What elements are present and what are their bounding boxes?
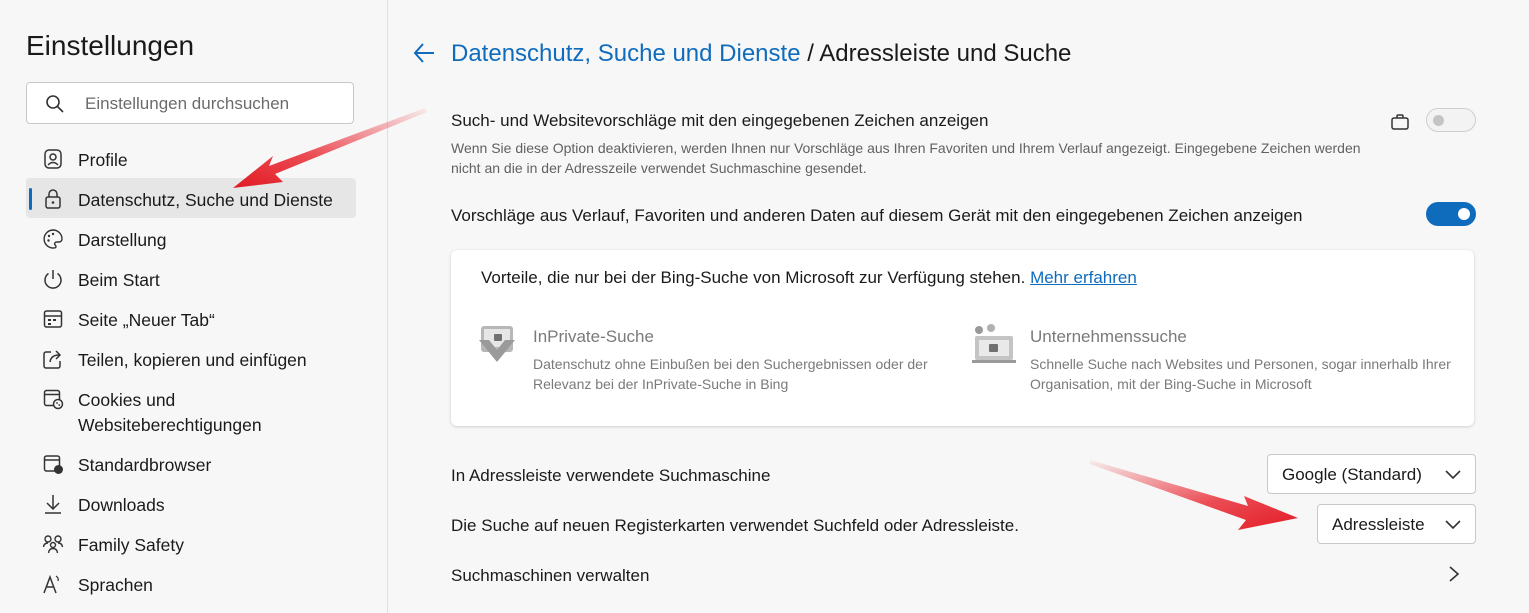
sidebar-item-new-tab[interactable]: Seite „Neuer Tab“ — [26, 298, 356, 338]
bing-benefits-card: Vorteile, die nur bei der Bing-Suche von… — [451, 250, 1474, 426]
share-icon — [43, 350, 62, 369]
newtab-search-dropdown[interactable]: Adressleiste — [1317, 504, 1476, 544]
history-setting-title: Vorschläge aus Verlauf, Favoriten und an… — [451, 206, 1303, 225]
feature-title: InPrivate-Suche — [533, 327, 654, 346]
language-icon — [43, 574, 59, 594]
sidebar-item-label: Darstellung — [78, 230, 167, 250]
sidebar-item-languages[interactable]: Sprachen — [26, 563, 356, 603]
sidebar-item-label: Cookies und — [78, 390, 176, 410]
sidebar-item-label: Seite „Neuer Tab“ — [78, 310, 215, 330]
briefcase-icon — [1391, 114, 1409, 130]
newtab-search-label: Die Suche auf neuen Registerkarten verwe… — [451, 516, 1019, 535]
feature-desc: Datenschutz ohne Einbußen bei den Sucher… — [533, 356, 928, 392]
sidebar-item-share[interactable]: Teilen, kopieren und einfügen — [26, 338, 356, 378]
inprivate-search-icon — [479, 326, 515, 362]
sidebar-item-default-browser[interactable]: Standardbrowser — [26, 443, 356, 483]
download-icon — [45, 495, 61, 514]
settings-search-box[interactable] — [26, 82, 354, 124]
settings-sidebar: Einstellungen Profile Datenschutz, Suche… — [0, 0, 388, 613]
sidebar-item-label: Teilen, kopieren und einfügen — [78, 350, 307, 370]
sidebar-item-label: Datenschutz, Suche und Dienste — [78, 190, 333, 210]
sidebar-item-label: Beim Start — [78, 270, 160, 290]
active-indicator — [29, 188, 32, 210]
card-heading: Vorteile, die nur bei der Bing-Suche von… — [481, 268, 1137, 288]
manage-search-engines-label[interactable]: Suchmaschinen verwalten — [451, 566, 649, 586]
lock-icon — [45, 189, 61, 209]
power-icon — [44, 270, 62, 289]
chevron-down-icon — [1445, 470, 1461, 480]
search-icon — [46, 95, 64, 113]
dropdown-value: Google (Standard) — [1282, 465, 1422, 484]
history-toggle[interactable] — [1426, 202, 1476, 226]
settings-main: Datenschutz, Suche und Dienste / Adressl… — [388, 0, 1529, 613]
search-engine-label: In Adressleiste verwendete Suchmaschine — [451, 466, 771, 485]
learn-more-link[interactable]: Mehr erfahren — [1030, 268, 1137, 287]
toggle-knob — [1433, 115, 1444, 126]
breadcrumb-separator: / — [807, 40, 814, 67]
sidebar-title: Einstellungen — [26, 30, 195, 61]
family-icon — [42, 535, 64, 554]
sidebar-item-label: Profile — [78, 150, 128, 170]
feature-title: Unternehmenssuche — [1030, 327, 1187, 346]
breadcrumb: Datenschutz, Suche und Dienste / Adressl… — [451, 38, 1071, 70]
breadcrumb-link[interactable]: Datenschutz, Suche und Dienste — [451, 40, 801, 67]
sidebar-item-downloads[interactable]: Downloads — [26, 483, 356, 523]
sidebar-item-appearance[interactable]: Darstellung — [26, 218, 356, 258]
sidebar-item-label-line2: Websiteberechtigungen — [78, 415, 262, 435]
dropdown-value: Adressleiste — [1332, 515, 1425, 534]
card-heading-text: Vorteile, die nur bei der Bing-Suche von… — [481, 268, 1026, 287]
search-engine-dropdown[interactable]: Google (Standard) — [1267, 454, 1476, 494]
suggest-setting-title: Such- und Websitevorschläge mit den eing… — [451, 111, 989, 130]
sidebar-item-privacy[interactable]: Datenschutz, Suche und Dienste — [26, 178, 356, 218]
sidebar-item-label: Sprachen — [78, 575, 153, 595]
sidebar-item-profile[interactable]: Profile — [26, 138, 356, 178]
palette-icon — [43, 229, 63, 249]
profile-icon — [44, 149, 62, 169]
sidebar-item-label: Family Safety — [78, 535, 184, 555]
cookies-icon — [43, 389, 64, 410]
enterprise-search-icon — [972, 324, 1016, 363]
browser-icon — [43, 455, 63, 474]
new-tab-icon — [43, 310, 63, 328]
feature-desc: Schnelle Suche nach Websites und Persone… — [1030, 356, 1451, 392]
sidebar-item-label: Standardbrowser — [78, 455, 212, 475]
sidebar-item-startup[interactable]: Beim Start — [26, 258, 356, 298]
chevron-right-icon[interactable] — [1448, 565, 1460, 583]
settings-search-input[interactable] — [83, 89, 347, 119]
sidebar-item-family-safety[interactable]: Family Safety — [26, 523, 356, 563]
suggest-toggle[interactable] — [1426, 108, 1476, 132]
page-title: Adressleiste und Suche — [819, 40, 1072, 67]
toggle-knob — [1458, 208, 1470, 220]
back-arrow-icon[interactable] — [412, 38, 436, 68]
sidebar-item-label: Downloads — [78, 495, 165, 515]
chevron-down-icon — [1445, 520, 1461, 530]
sidebar-item-cookies[interactable]: Cookies und Websiteberechtigungen — [26, 378, 356, 438]
suggest-setting-desc: Wenn Sie diese Option deaktivieren, werd… — [451, 140, 1361, 176]
